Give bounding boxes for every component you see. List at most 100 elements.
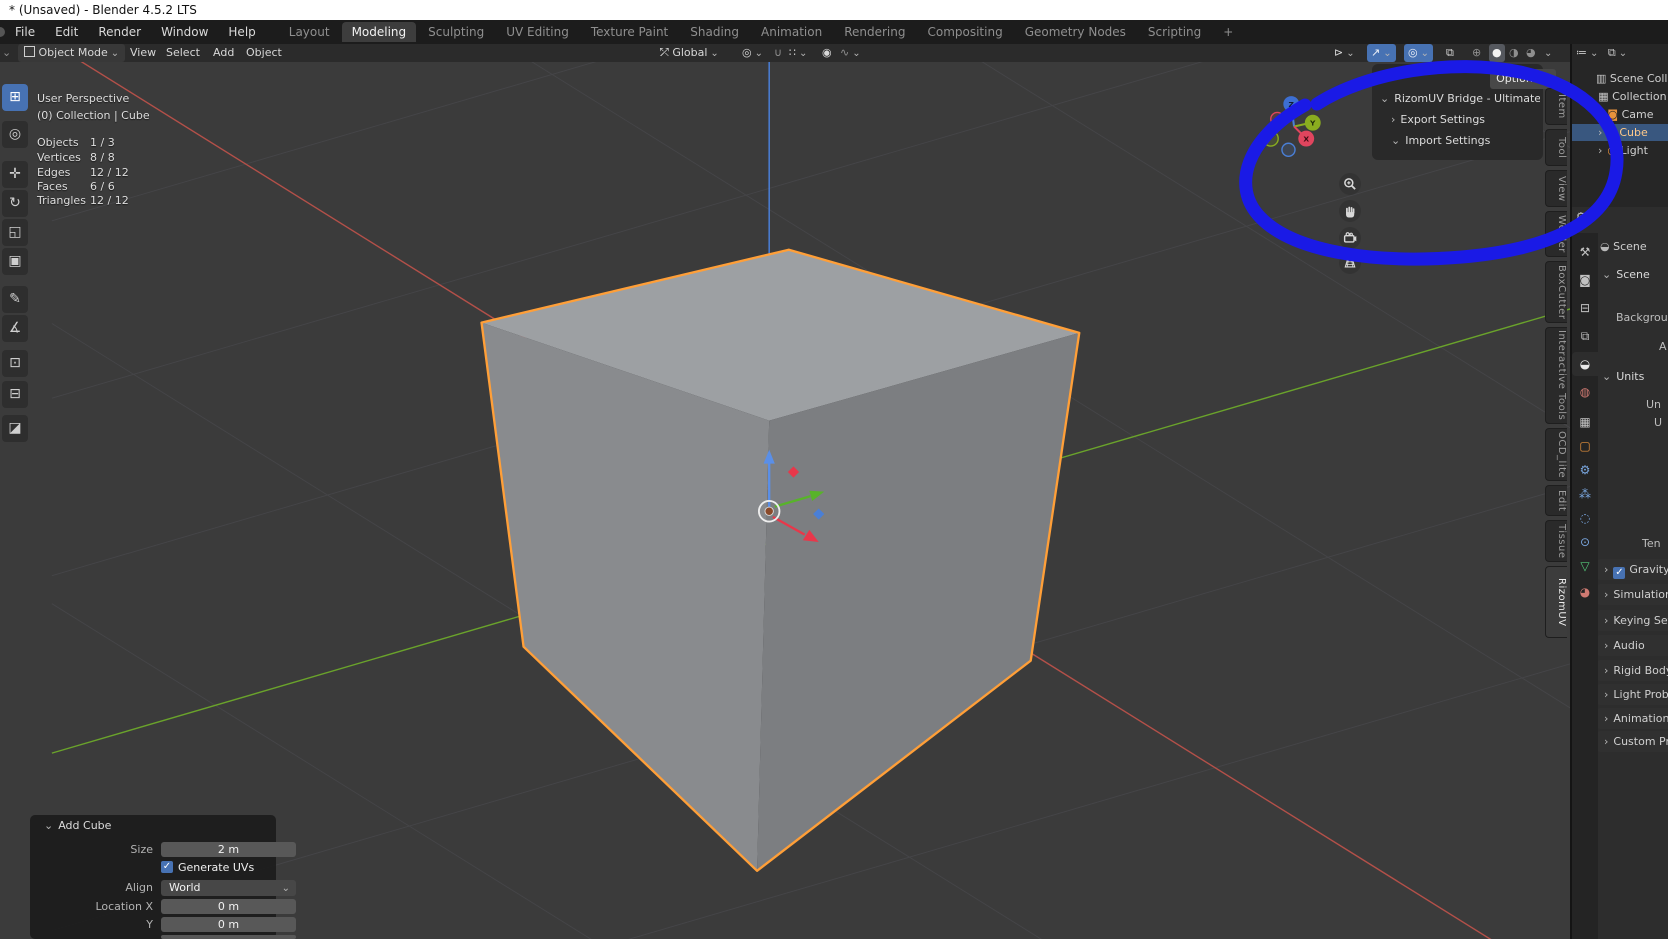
select-menu[interactable]: Select (166, 44, 200, 62)
workspace-tab-texture-paint[interactable]: Texture Paint (581, 22, 678, 42)
properties-tab-world[interactable]: ◍ (1574, 382, 1596, 402)
location-y-field[interactable]: 0 m (161, 917, 296, 932)
editor-type-chevron-icon[interactable]: ⌄ (2, 44, 11, 62)
align-dropdown[interactable]: World (161, 880, 296, 896)
properties-tab-output[interactable]: ⊟ (1574, 298, 1596, 318)
snap-with-selector[interactable]: ∷ (789, 44, 807, 62)
add-workspace-button[interactable]: + (1213, 22, 1243, 42)
units-panel-header[interactable]: Units (1602, 370, 1644, 383)
workspace-tab-geometry-nodes[interactable]: Geometry Nodes (1015, 22, 1136, 42)
properties-tab-particles[interactable]: ⁂ (1574, 484, 1596, 504)
sidebar-tab-ocd-lite[interactable]: OCD_lite (1545, 428, 1567, 481)
location-z-field-partial[interactable] (161, 935, 296, 939)
properties-tab-collection[interactable]: ▦ (1574, 412, 1596, 432)
sidebar-tab-tissue[interactable]: Tissue (1545, 520, 1567, 562)
falloff-selector[interactable]: ∿ (840, 44, 861, 62)
properties-tab-tool[interactable]: ⚒ (1574, 242, 1596, 262)
chevron-down-icon[interactable] (1584, 90, 1598, 103)
perspective-toggle-button[interactable] (1339, 252, 1361, 274)
gizmos-toggle[interactable]: ↗ (1367, 44, 1396, 62)
tool-extra[interactable]: ◪ (2, 415, 28, 442)
sidebar-tab-item[interactable]: Item (1545, 88, 1567, 125)
gravity-panel-row[interactable]: ✓Gravity (1598, 559, 1668, 580)
export-settings-section[interactable]: Export Settings (1391, 113, 1485, 126)
object-menu[interactable]: Object (246, 44, 282, 62)
tool-boxcutter[interactable]: ⊟ (2, 381, 28, 408)
nav-minus-y-ball[interactable] (1262, 130, 1279, 147)
outliner-editor-type-icon[interactable]: ≔ (1576, 46, 1598, 59)
pan-button[interactable] (1339, 200, 1361, 222)
generate-uvs-checkbox[interactable]: ✓ (161, 861, 173, 873)
properties-tab-physics[interactable]: ◌ (1574, 508, 1596, 528)
snap-magnet-icon[interactable]: ∪ (774, 44, 782, 62)
scene-panel-header[interactable]: Scene (1602, 268, 1650, 281)
workspace-tab-modeling[interactable]: Modeling (341, 22, 417, 42)
menu-help[interactable]: Help (218, 25, 265, 39)
workspace-tab-layout[interactable]: Layout (279, 22, 340, 42)
workspace-tab-uv-editing[interactable]: UV Editing (496, 22, 579, 42)
cube-object[interactable] (480, 248, 1081, 872)
tool-transform[interactable]: ▣ (2, 248, 28, 275)
navigation-gizmo[interactable]: Z Y X (1262, 96, 1321, 158)
audio-panel-row[interactable]: Audio (1598, 635, 1668, 656)
zoom-button[interactable] (1339, 173, 1361, 195)
shading-dropdown-icon[interactable] (1541, 44, 1552, 62)
add-menu[interactable]: Add (213, 44, 234, 62)
tool-scale[interactable]: ◱ (2, 219, 28, 246)
properties-tab-modifiers[interactable]: ⚙ (1574, 460, 1596, 480)
outliner-row-camera[interactable]: ◙ Came (1572, 106, 1668, 123)
menu-window[interactable]: Window (151, 25, 218, 39)
pivot-point-selector[interactable]: ◎ (742, 44, 763, 62)
outliner-row-collection[interactable]: ▦ Collection (1572, 88, 1668, 105)
sidebar-tab-rizomuv[interactable]: RizomUV (1545, 566, 1567, 638)
workspace-tab-rendering[interactable]: Rendering (834, 22, 915, 42)
mode-selector[interactable]: Object Mode (18, 44, 126, 62)
proportional-editing-icon[interactable]: ◉ (822, 44, 832, 62)
sidebar-tab-welder[interactable]: Welder (1545, 211, 1567, 257)
selectability-visibility-dropdown[interactable]: ⊳ (1334, 44, 1355, 62)
options-dropdown[interactable]: Options (1490, 69, 1556, 89)
xray-toggle-icon[interactable]: ⧉ (1446, 44, 1454, 62)
properties-tab-material[interactable]: ◕ (1574, 582, 1596, 602)
keying-set-panel-row[interactable]: Keying Set (1598, 610, 1668, 631)
tool-tweak-select[interactable]: ⊞ (2, 84, 28, 111)
workspace-tab-sculpting[interactable]: Sculpting (418, 22, 494, 42)
outliner-filter-icon[interactable]: ⧉ (1608, 46, 1627, 59)
operator-panel-header[interactable]: Add Cube (44, 819, 111, 832)
custom-properties-panel-row[interactable]: Custom Pr (1598, 731, 1668, 752)
tool-add-cube[interactable]: ⊡ (2, 350, 28, 377)
rizomuv-panel-header[interactable]: RizomUV Bridge - Ultimate Edi (1380, 92, 1540, 105)
tool-rotate[interactable]: ↻ (2, 190, 28, 217)
menu-render[interactable]: Render (88, 25, 151, 39)
nav-minus-x-ball[interactable] (1270, 111, 1285, 127)
gravity-checkbox[interactable]: ✓ (1613, 567, 1626, 579)
import-settings-section[interactable]: Import Settings (1391, 134, 1490, 147)
properties-tab-view-layer[interactable]: ⧉ (1574, 326, 1596, 346)
camera-view-button[interactable] (1339, 227, 1361, 249)
properties-editor-type-icon[interactable]: ⚙ (1576, 210, 1597, 223)
chevron-right-icon[interactable] (1598, 144, 1607, 157)
shading-rendered-icon[interactable]: ◕ (1526, 44, 1536, 62)
sidebar-tab-tool[interactable]: Tool (1545, 129, 1567, 166)
sidebar-tab-interactive-tools[interactable]: Interactive Tools (1545, 327, 1567, 424)
tool-move[interactable]: ✛ (2, 161, 28, 188)
rigid-body-panel-row[interactable]: Rigid Body (1598, 660, 1668, 681)
chevron-right-icon[interactable] (1598, 108, 1607, 121)
view-menu[interactable]: View (130, 44, 156, 62)
sidebar-tab-view[interactable]: View (1545, 170, 1567, 207)
outliner-row-cube[interactable]: ▽ Cube (1572, 124, 1668, 141)
shading-solid-icon[interactable]: ● (1489, 44, 1505, 62)
chevron-right-icon[interactable] (1598, 126, 1607, 139)
animation-panel-row[interactable]: Animation (1598, 708, 1668, 729)
tool-annotate[interactable]: ✎ (2, 286, 28, 313)
shading-material-icon[interactable]: ◑ (1509, 44, 1519, 62)
properties-tab-render[interactable]: ◙ (1574, 270, 1596, 290)
properties-tab-object-data[interactable]: ▽ (1574, 556, 1596, 576)
outliner-row-light[interactable]: ○ Light (1572, 142, 1668, 159)
outliner-row-scene-collection[interactable]: ▥ Scene Collec (1572, 70, 1668, 87)
sidebar-tab-edit[interactable]: Edit (1545, 485, 1567, 516)
menu-edit[interactable]: Edit (45, 25, 88, 39)
size-field[interactable]: 2 m (161, 842, 296, 857)
properties-tab-constraints[interactable]: ⊙ (1574, 532, 1596, 552)
menu-file[interactable]: File (5, 25, 45, 39)
